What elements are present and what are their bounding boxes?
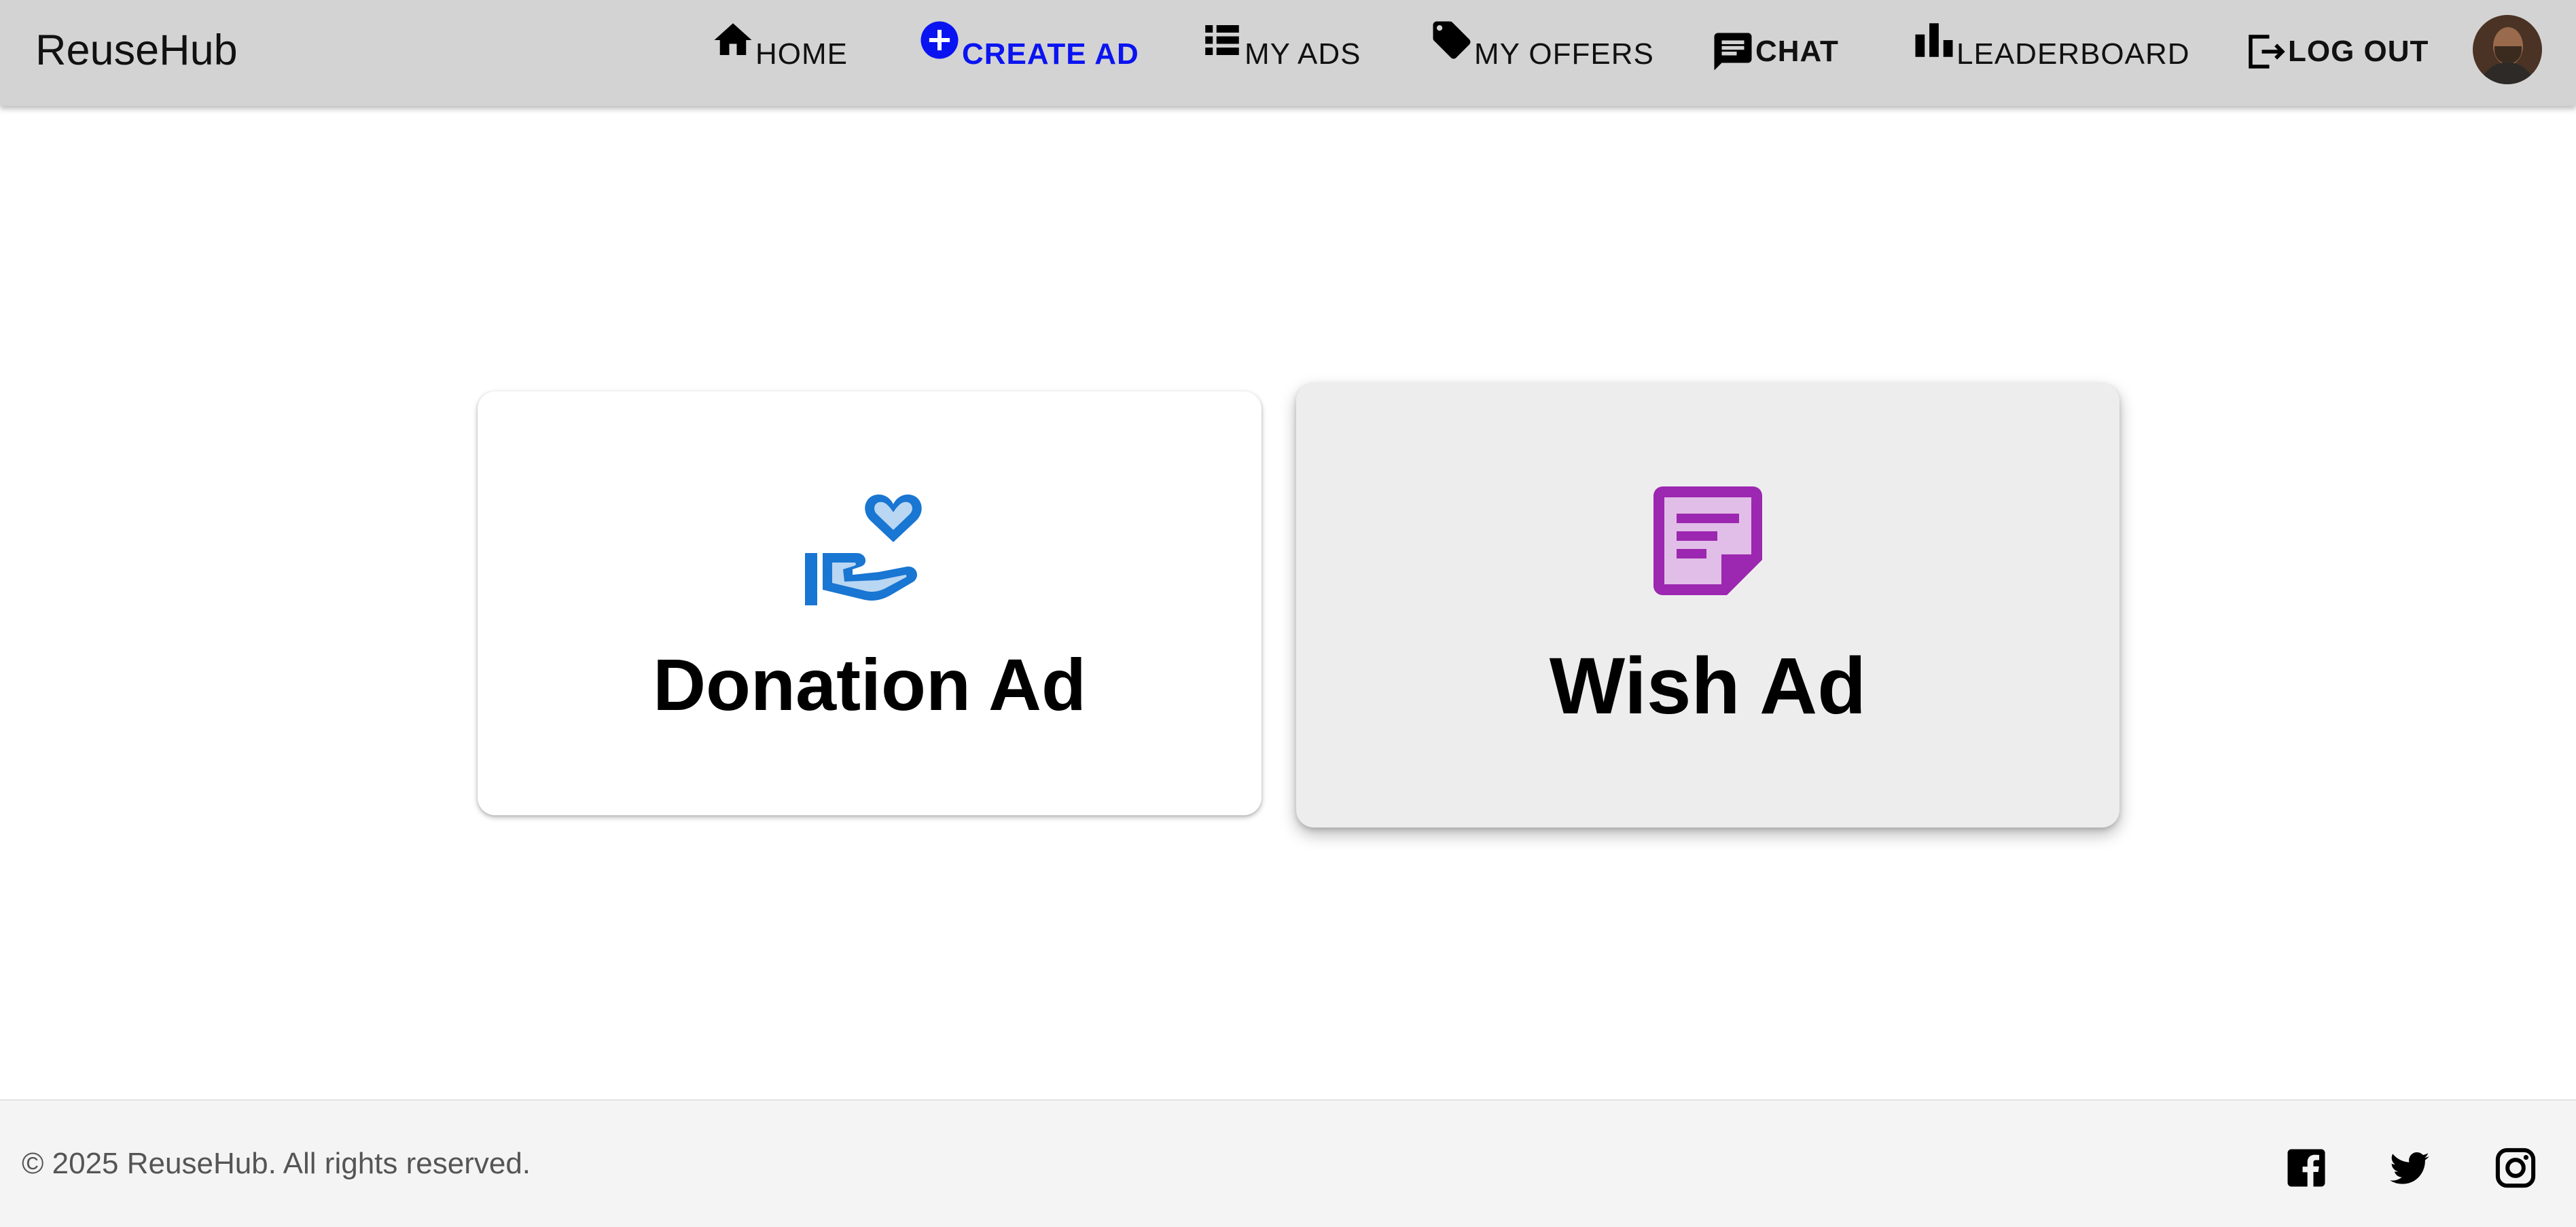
nav-create-ad-label: CREATE AD [962, 37, 1139, 71]
list-icon [1200, 18, 1245, 63]
hand-heart-icon [805, 486, 934, 605]
chat-icon [1711, 29, 1755, 74]
donation-ad-card[interactable]: Donation Ad [478, 391, 1262, 815]
nav-my-ads[interactable]: MY ADS [1200, 18, 1361, 86]
top-app-bar: ReuseHub HOME CREATE AD MY ADS MY OFFERS… [0, 0, 2576, 106]
nav-chat[interactable]: CHAT [1711, 18, 1839, 86]
tag-icon [1429, 18, 1474, 63]
home-icon [711, 18, 755, 63]
copyright-text: © 2025 ReuseHub. All rights reserved. [22, 1147, 531, 1180]
nav-logout-label: LOG OUT [2288, 35, 2429, 68]
nav-my-ads-label: MY ADS [1245, 37, 1361, 71]
sticky-note-icon [1653, 486, 1762, 595]
nav-home-label: HOME [755, 37, 848, 71]
donation-ad-title: Donation Ad [653, 643, 1086, 726]
footer: © 2025 ReuseHub. All rights reserved. [0, 1099, 2576, 1227]
nav-my-offers[interactable]: MY OFFERS [1429, 18, 1654, 86]
avatar-shirt [2480, 63, 2535, 84]
nav-chat-label: CHAT [1755, 35, 1839, 68]
wish-ad-card[interactable]: Wish Ad [1296, 383, 2119, 828]
nav-leaderboard-label: LEADERBOARD [1956, 37, 2190, 71]
nav-create-ad[interactable]: CREATE AD [917, 18, 1139, 86]
wish-ad-title: Wish Ad [1549, 641, 1867, 731]
nav-my-offers-label: MY OFFERS [1474, 37, 1654, 71]
brand-logo-text[interactable]: ReuseHub [35, 23, 238, 77]
user-avatar[interactable] [2473, 15, 2542, 84]
twitter-icon[interactable] [2387, 1145, 2432, 1190]
nav-home[interactable]: HOME [711, 18, 848, 86]
logout-icon [2243, 29, 2288, 74]
bar-chart-icon [1912, 18, 1956, 63]
facebook-icon[interactable] [2284, 1145, 2329, 1190]
nav-logout[interactable]: LOG OUT [2243, 18, 2429, 86]
plus-circle-icon [917, 18, 962, 63]
instagram-icon[interactable] [2493, 1145, 2538, 1190]
nav-leaderboard[interactable]: LEADERBOARD [1912, 18, 2190, 86]
